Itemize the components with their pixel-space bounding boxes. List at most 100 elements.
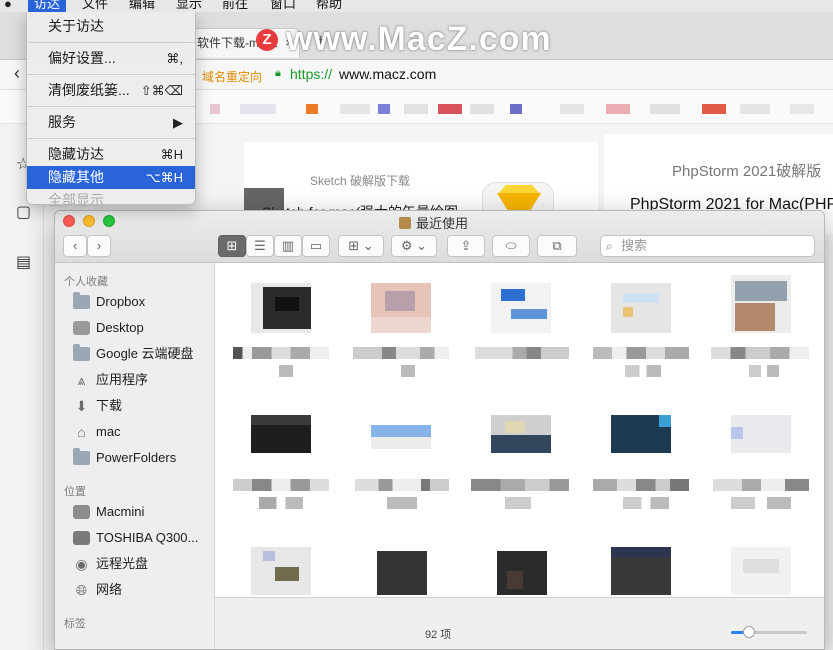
- sidebar-item-home[interactable]: ⌂ mac: [73, 421, 121, 443]
- tag-button[interactable]: ⬭: [492, 235, 530, 257]
- sidebar-item-powerfolders[interactable]: PowerFolders: [73, 447, 176, 469]
- bookmark-item[interactable]: [340, 104, 370, 114]
- bookmark-item[interactable]: [650, 104, 680, 114]
- menu-item-show-all[interactable]: 全部显示: [27, 189, 195, 212]
- finder-window: 最近使用 ‹ › ⊞ ☰ ▥ ▭ ⊞ ⌄ ⚙ ⌄ ⇪ ⬭ ⧉ ⌕ 搜索 个人收藏…: [54, 210, 825, 650]
- favorites-heading: 个人收藏: [64, 276, 108, 288]
- sidebar-item-label: mac: [96, 424, 121, 439]
- column-view-button[interactable]: ▥: [274, 235, 302, 257]
- menu-item-about-finder[interactable]: 关于访达: [27, 15, 195, 38]
- article-category: PhpStorm 2021破解版: [672, 163, 822, 180]
- network-icon: 🌐︎: [75, 582, 88, 598]
- bookmark-item[interactable]: [306, 104, 318, 114]
- folder-icon: [73, 344, 90, 361]
- bookmark-item[interactable]: [404, 104, 428, 114]
- file-thumbnail: [251, 547, 311, 595]
- optical-disc-icon: ◉: [75, 556, 88, 572]
- menu-shortcut: ⌘,: [166, 51, 183, 66]
- menu-item-label: 隐藏访达: [48, 146, 104, 162]
- new-folder-button[interactable]: ⧉: [537, 235, 577, 257]
- action-gear-button[interactable]: ⚙ ⌄: [391, 235, 437, 257]
- bookmark-item[interactable]: [378, 104, 390, 114]
- sidebar-item-label: PowerFolders: [96, 450, 177, 465]
- menu-item-hide-others[interactable]: 隐藏其他 ⌥⌘H: [27, 166, 195, 189]
- forward-button[interactable]: ›: [87, 235, 111, 257]
- menu-view[interactable]: 显示: [170, 0, 208, 12]
- sidebar-item-label: 网络: [96, 582, 123, 597]
- slider-knob[interactable]: [743, 626, 756, 638]
- bookmark-item[interactable]: [560, 104, 584, 114]
- file-thumbnail: [611, 415, 671, 453]
- url-host[interactable]: www.macz.com: [339, 66, 436, 82]
- notes-icon[interactable]: ▤: [16, 252, 31, 272]
- window-title: 最近使用: [399, 213, 468, 232]
- sidebar-item-label: Macmini: [96, 504, 145, 519]
- sidebar-item-network[interactable]: 🌐︎ 网络: [73, 579, 122, 601]
- sidebar-item-label: 远程光盘: [96, 556, 149, 571]
- menu-go[interactable]: 前往: [216, 0, 254, 12]
- disk-icon: [73, 531, 90, 545]
- back-arrow-icon[interactable]: ‹: [14, 63, 20, 84]
- sidebar-item-downloads[interactable]: ⬇ 下载: [73, 395, 122, 417]
- menu-help[interactable]: 帮助: [310, 0, 348, 12]
- sidebar-item-remote-disc[interactable]: ◉ 远程光盘: [73, 553, 148, 575]
- file-thumbnail: [251, 415, 311, 453]
- menu-edit[interactable]: 编辑: [123, 0, 161, 12]
- menu-item-label: 全部显示: [48, 192, 104, 208]
- apple-menu-icon[interactable]: ●: [4, 0, 12, 11]
- zoom-window-button[interactable]: [103, 215, 115, 227]
- menu-item-services[interactable]: 服务 ▶: [27, 111, 195, 134]
- status-bar: 92 项: [215, 597, 824, 649]
- bookmark-item[interactable]: [790, 104, 814, 114]
- folder-icon: [73, 292, 90, 309]
- menu-bar: ● 访达 文件 编辑 显示 前往 窗口 帮助: [0, 0, 833, 12]
- icon-view-button[interactable]: ⊞: [218, 235, 246, 257]
- bookmark-item[interactable]: [702, 104, 726, 114]
- bookmark-item[interactable]: [740, 104, 770, 114]
- recents-icon: [399, 216, 411, 229]
- window-title-text: 最近使用: [416, 216, 469, 231]
- sidebar-item-dropbox[interactable]: Dropbox: [73, 291, 145, 313]
- search-field[interactable]: ⌕ 搜索: [600, 235, 815, 257]
- menu-file[interactable]: 文件: [76, 0, 114, 12]
- sidebar-item-applications[interactable]: ⩓ 应用程序: [73, 369, 148, 391]
- icon-size-slider[interactable]: [731, 626, 807, 638]
- sidebar-item-macmini[interactable]: Macmini: [73, 501, 144, 523]
- menu-item-empty-trash[interactable]: 清倒废纸篓... ⇧⌘⌫: [27, 79, 195, 102]
- file-thumbnail: [731, 547, 791, 595]
- bookmark-item[interactable]: [240, 104, 276, 114]
- menu-finder[interactable]: 访达: [28, 0, 67, 12]
- menu-separator: [27, 42, 195, 43]
- sidebar-item-google-drive[interactable]: Google 云端硬盘: [73, 343, 194, 365]
- file-thumbnail: [371, 425, 431, 449]
- menu-window[interactable]: 窗口: [264, 0, 302, 12]
- menu-item-label: 清倒废纸篓...: [48, 82, 130, 98]
- desktop-icon: [73, 321, 90, 335]
- sidebar-item-desktop[interactable]: Desktop: [73, 317, 144, 339]
- close-window-button[interactable]: [63, 215, 75, 227]
- file-grid: [215, 263, 824, 597]
- search-placeholder: 搜索: [621, 238, 648, 253]
- submenu-arrow-icon: ▶: [173, 115, 183, 130]
- menu-item-preferences[interactable]: 偏好设置... ⌘,: [27, 47, 195, 70]
- article-category: Sketch 破解版下载: [310, 174, 411, 188]
- bookmark-item[interactable]: [438, 104, 462, 114]
- tags-heading: 标签: [64, 618, 86, 630]
- share-button[interactable]: ⇪: [447, 235, 485, 257]
- menu-item-hide-finder[interactable]: 隐藏访达 ⌘H: [27, 143, 195, 166]
- gallery-view-button[interactable]: ▭: [302, 235, 330, 257]
- file-thumbnail: [611, 547, 671, 595]
- list-view-button[interactable]: ☰: [246, 235, 274, 257]
- redirect-label: 域名重定向: [202, 70, 263, 84]
- url-scheme[interactable]: https://: [290, 66, 332, 82]
- group-by-button[interactable]: ⊞ ⌄: [338, 235, 384, 257]
- bookmark-item[interactable]: [470, 104, 494, 114]
- file-thumbnail: [251, 283, 311, 333]
- minimize-window-button[interactable]: [83, 215, 95, 227]
- bookmark-item[interactable]: [606, 104, 630, 114]
- bookmark-item[interactable]: [510, 104, 522, 114]
- bookmark-item[interactable]: [210, 104, 220, 114]
- back-button[interactable]: ‹: [63, 235, 87, 257]
- menu-item-label: 偏好设置...: [48, 50, 116, 66]
- sidebar-item-toshiba[interactable]: TOSHIBA Q300...: [73, 527, 198, 549]
